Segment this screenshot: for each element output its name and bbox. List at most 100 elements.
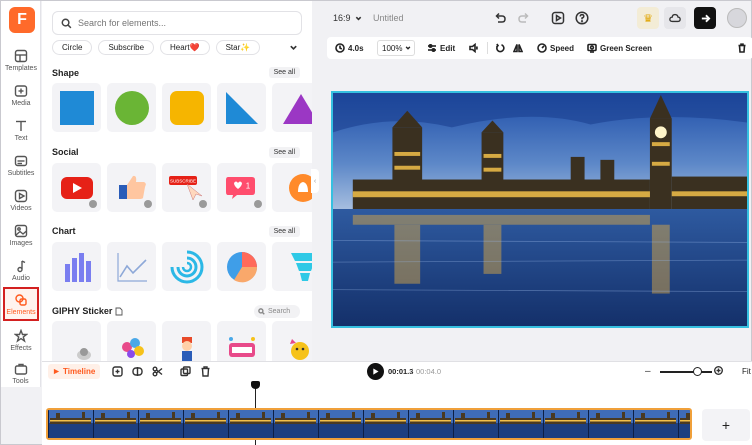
section-title-chart: Chart: [52, 226, 76, 236]
element-search-input[interactable]: [78, 18, 278, 28]
screen-record-button[interactable]: [551, 11, 565, 25]
shape-row: [52, 83, 312, 132]
shape-right-triangle[interactable]: [217, 83, 266, 132]
aspect-ratio-value: 16:9: [333, 13, 351, 23]
rail-item-media[interactable]: Media: [1, 78, 41, 112]
current-time: 00:01.3: [388, 367, 414, 376]
shape-square[interactable]: [52, 83, 101, 132]
social-like-notification[interactable]: 1: [217, 163, 266, 212]
rail-item-templates[interactable]: Templates: [1, 43, 41, 77]
shape-triangle[interactable]: [272, 83, 312, 132]
giphy-sticker-3[interactable]: [162, 321, 211, 361]
duplicate-button[interactable]: [180, 366, 191, 377]
giphy-search[interactable]: Search: [254, 305, 300, 318]
rail-item-images[interactable]: Images: [1, 218, 41, 252]
canvas-zoom-value: 100%: [382, 43, 403, 53]
chart-radial[interactable]: [162, 242, 211, 291]
redo-button[interactable]: [517, 11, 531, 25]
shape-rounded-square[interactable]: [162, 83, 211, 132]
rail-item-videos[interactable]: Videos: [1, 183, 41, 217]
rotate-button[interactable]: [495, 41, 505, 55]
time-separator: /: [411, 367, 414, 376]
timeline-zoom-out-button[interactable]: –: [645, 366, 651, 377]
volume-button[interactable]: [469, 41, 479, 55]
user-avatar[interactable]: [727, 8, 747, 28]
clip-thumbnail-frame: [498, 410, 543, 438]
undo-button[interactable]: [493, 11, 507, 25]
social-see-all[interactable]: See all: [268, 147, 300, 158]
add-track-button[interactable]: +: [702, 409, 750, 441]
play-button[interactable]: [367, 363, 384, 380]
split-icon: [132, 367, 143, 376]
timeline-zoom-slider[interactable]: [660, 371, 712, 373]
trash-icon: [201, 366, 210, 377]
panel-collapse-button[interactable]: ‹: [311, 169, 319, 193]
rail-item-text[interactable]: Text: [1, 113, 41, 147]
chart-see-all[interactable]: See all: [268, 226, 300, 237]
app-logo[interactable]: F: [9, 7, 35, 33]
total-time: 00:04.0: [416, 367, 442, 376]
chart-line[interactable]: [107, 242, 156, 291]
delete-button[interactable]: [737, 41, 747, 55]
chart-funnel[interactable]: [272, 242, 312, 291]
radial-chart-icon: [170, 250, 203, 283]
premium-button[interactable]: ♛: [637, 7, 659, 29]
giphy-sticker-5[interactable]: [272, 321, 312, 361]
chart-pie[interactable]: [217, 242, 266, 291]
edit-button[interactable]: Edit: [427, 41, 455, 55]
rail-item-audio[interactable]: Audio: [1, 253, 41, 287]
help-button[interactable]: [575, 11, 589, 25]
chart-bar[interactable]: [52, 242, 101, 291]
social-thumbs-up[interactable]: [107, 163, 156, 212]
audio-icon: [17, 259, 26, 272]
balloons-sticker-icon: [121, 337, 144, 358]
timeline-zoom-handle[interactable]: [693, 367, 703, 376]
element-search[interactable]: [52, 11, 302, 35]
aspect-ratio-select[interactable]: 16:9: [333, 13, 362, 23]
flip-button[interactable]: [513, 41, 523, 55]
rail-item-tools[interactable]: Tools: [1, 359, 41, 387]
video-clip[interactable]: [46, 408, 692, 440]
rail-item-effects[interactable]: Effects: [1, 323, 41, 357]
cut-button[interactable]: [152, 366, 163, 377]
document-title[interactable]: Untitled: [373, 13, 404, 23]
chip-heart[interactable]: Heart❤️: [160, 39, 210, 55]
speed-button[interactable]: Speed: [537, 41, 574, 55]
chip-subscribe[interactable]: Subscribe: [98, 39, 155, 55]
add-clip-button[interactable]: [112, 366, 123, 377]
chart-row: [52, 242, 312, 291]
shape-see-all[interactable]: See all: [268, 67, 300, 78]
left-rail: F Templates Media Text Subtitles Videos …: [1, 1, 41, 361]
search-icon: [258, 308, 265, 315]
timeline-delete-button[interactable]: [200, 366, 211, 377]
duration-button[interactable]: 4.0s: [335, 41, 364, 55]
giphy-sticker-2[interactable]: [107, 321, 156, 361]
timeline-toggle[interactable]: Timeline: [48, 364, 101, 379]
cloud-save-button[interactable]: [664, 7, 686, 29]
screen-record-icon: [551, 11, 565, 25]
green-screen-button[interactable]: Green Screen: [587, 41, 652, 55]
shape-circle[interactable]: [107, 83, 156, 132]
timeline-zoom-in-button[interactable]: [714, 366, 723, 378]
split-button[interactable]: [132, 366, 143, 377]
export-button[interactable]: [694, 7, 716, 29]
video-canvas[interactable]: [331, 91, 749, 328]
canvas-zoom-select[interactable]: 100%: [377, 40, 415, 56]
media-icon: [14, 84, 28, 97]
rotate-icon: [496, 43, 505, 53]
giphy-sticker-1[interactable]: [52, 321, 101, 361]
rail-item-subtitles[interactable]: Subtitles: [1, 148, 41, 182]
rail-label: Audio: [12, 274, 30, 282]
rail-item-elements[interactable]: Elements: [3, 287, 39, 321]
social-bell[interactable]: [272, 163, 312, 212]
playhead-handle[interactable]: [251, 381, 260, 389]
clip-thumbnail-frame: [48, 410, 93, 438]
chip-star[interactable]: Star✨: [215, 39, 261, 55]
chip-circle[interactable]: Circle: [52, 39, 93, 55]
templates-icon: [14, 49, 28, 62]
social-subscribe-click[interactable]: SUBSCRIBE: [162, 163, 211, 212]
giphy-sticker-4[interactable]: [217, 321, 266, 361]
fit-button[interactable]: Fit: [742, 367, 751, 376]
chips-expand-button[interactable]: [284, 40, 302, 55]
social-youtube[interactable]: [52, 163, 101, 212]
